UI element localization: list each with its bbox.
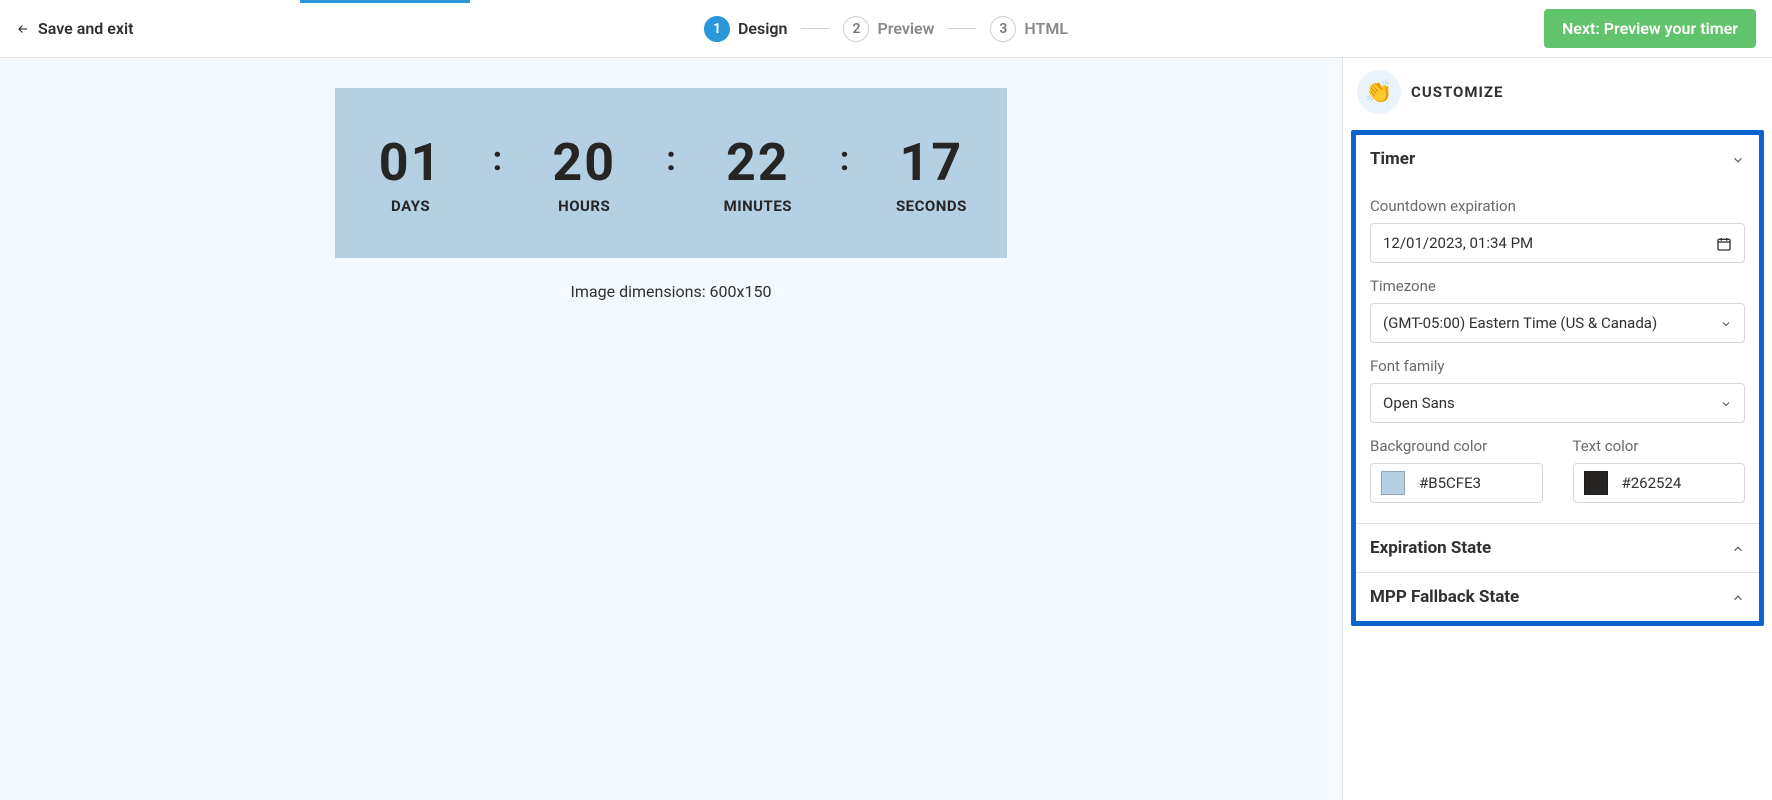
customize-icon: 👏 bbox=[1357, 70, 1401, 114]
progress-indicator bbox=[300, 0, 470, 3]
timer-label: MINUTES bbox=[688, 197, 828, 215]
color-swatch bbox=[1381, 471, 1405, 495]
section-mpp-header[interactable]: MPP Fallback State bbox=[1356, 573, 1759, 621]
timer-preview: 01 DAYS : 20 HOURS : 22 MINUTES : 17 SEC… bbox=[335, 88, 1007, 258]
text-color-label: Text color bbox=[1573, 437, 1746, 455]
colon-separator: : bbox=[493, 139, 503, 179]
font-family-value: Open Sans bbox=[1383, 394, 1455, 412]
colon-separator: : bbox=[840, 139, 850, 179]
timezone-label: Timezone bbox=[1370, 277, 1745, 295]
timezone-select[interactable]: (GMT-05:00) Eastern Time (US & Canada) bbox=[1370, 303, 1745, 343]
chevron-down-icon bbox=[1731, 150, 1745, 169]
background-color-value: #B5CFE3 bbox=[1419, 474, 1481, 492]
timer-value: 01 bbox=[341, 132, 481, 193]
chevron-up-icon bbox=[1731, 588, 1745, 607]
step-connector bbox=[801, 28, 829, 29]
next-preview-timer-button[interactable]: Next: Preview your timer bbox=[1544, 9, 1756, 48]
section-timer-header[interactable]: Timer bbox=[1356, 135, 1759, 183]
text-color-input[interactable]: #262524 bbox=[1573, 463, 1746, 503]
save-and-exit-button[interactable]: Save and exit bbox=[16, 19, 134, 38]
timer-value: 17 bbox=[861, 132, 1001, 193]
timer-value: 22 bbox=[688, 132, 828, 193]
timer-label: HOURS bbox=[514, 197, 654, 215]
section-mpp-fallback-state: MPP Fallback State bbox=[1356, 573, 1759, 621]
colon-separator: : bbox=[666, 139, 676, 179]
timer-unit-hours: 20 HOURS bbox=[514, 132, 654, 215]
step-label: Design bbox=[738, 19, 787, 38]
countdown-expiration-input[interactable]: 12/01/2023, 01:34 PM bbox=[1370, 223, 1745, 263]
panel-header: 👏 CUSTOMIZE bbox=[1343, 58, 1772, 126]
section-title: Timer bbox=[1370, 149, 1415, 169]
step-label: Preview bbox=[877, 19, 934, 38]
text-color-value: #262524 bbox=[1622, 474, 1682, 492]
timer-value: 20 bbox=[514, 132, 654, 193]
arrow-left-icon bbox=[16, 22, 30, 36]
font-family-select[interactable]: Open Sans bbox=[1370, 383, 1745, 423]
section-expiration-header[interactable]: Expiration State bbox=[1356, 524, 1759, 572]
wizard-steps: 1 Design 2 Preview 3 HTML bbox=[704, 16, 1068, 42]
step-number: 3 bbox=[990, 16, 1016, 42]
chevron-down-icon bbox=[1720, 394, 1732, 412]
timer-unit-days: 01 DAYS bbox=[341, 132, 481, 215]
timer-label: SECONDS bbox=[861, 197, 1001, 215]
image-dimensions-text: Image dimensions: 600x150 bbox=[571, 282, 772, 301]
timer-label: DAYS bbox=[341, 197, 481, 215]
design-canvas: 01 DAYS : 20 HOURS : 22 MINUTES : 17 SEC… bbox=[0, 58, 1342, 800]
section-title: Expiration State bbox=[1370, 538, 1491, 558]
timezone-value: (GMT-05:00) Eastern Time (US & Canada) bbox=[1383, 314, 1657, 332]
chevron-up-icon bbox=[1731, 539, 1745, 558]
calendar-icon bbox=[1716, 234, 1732, 252]
section-timer: Timer Countdown expiration 12/01/2023, 0… bbox=[1356, 135, 1759, 524]
step-preview[interactable]: 2 Preview bbox=[843, 16, 934, 42]
step-html[interactable]: 3 HTML bbox=[990, 16, 1068, 42]
step-label: HTML bbox=[1024, 19, 1068, 38]
timer-unit-seconds: 17 SECONDS bbox=[861, 132, 1001, 215]
countdown-expiration-label: Countdown expiration bbox=[1370, 197, 1745, 215]
countdown-expiration-value: 12/01/2023, 01:34 PM bbox=[1383, 234, 1533, 252]
section-title: MPP Fallback State bbox=[1370, 587, 1519, 607]
save-and-exit-label: Save and exit bbox=[38, 19, 134, 38]
panel-title: CUSTOMIZE bbox=[1411, 83, 1503, 101]
background-color-input[interactable]: #B5CFE3 bbox=[1370, 463, 1543, 503]
step-design[interactable]: 1 Design bbox=[704, 16, 787, 42]
color-swatch bbox=[1584, 471, 1608, 495]
step-connector bbox=[948, 28, 976, 29]
highlighted-settings-frame: Timer Countdown expiration 12/01/2023, 0… bbox=[1351, 130, 1764, 626]
step-number: 1 bbox=[704, 16, 730, 42]
section-timer-body: Countdown expiration 12/01/2023, 01:34 P… bbox=[1356, 197, 1759, 523]
customize-panel: 👏 CUSTOMIZE Timer Countdown expiration 1… bbox=[1342, 58, 1772, 800]
font-family-label: Font family bbox=[1370, 357, 1745, 375]
step-number: 2 bbox=[843, 16, 869, 42]
chevron-down-icon bbox=[1720, 314, 1732, 332]
timer-unit-minutes: 22 MINUTES bbox=[688, 132, 828, 215]
background-color-label: Background color bbox=[1370, 437, 1543, 455]
section-expiration-state: Expiration State bbox=[1356, 524, 1759, 573]
